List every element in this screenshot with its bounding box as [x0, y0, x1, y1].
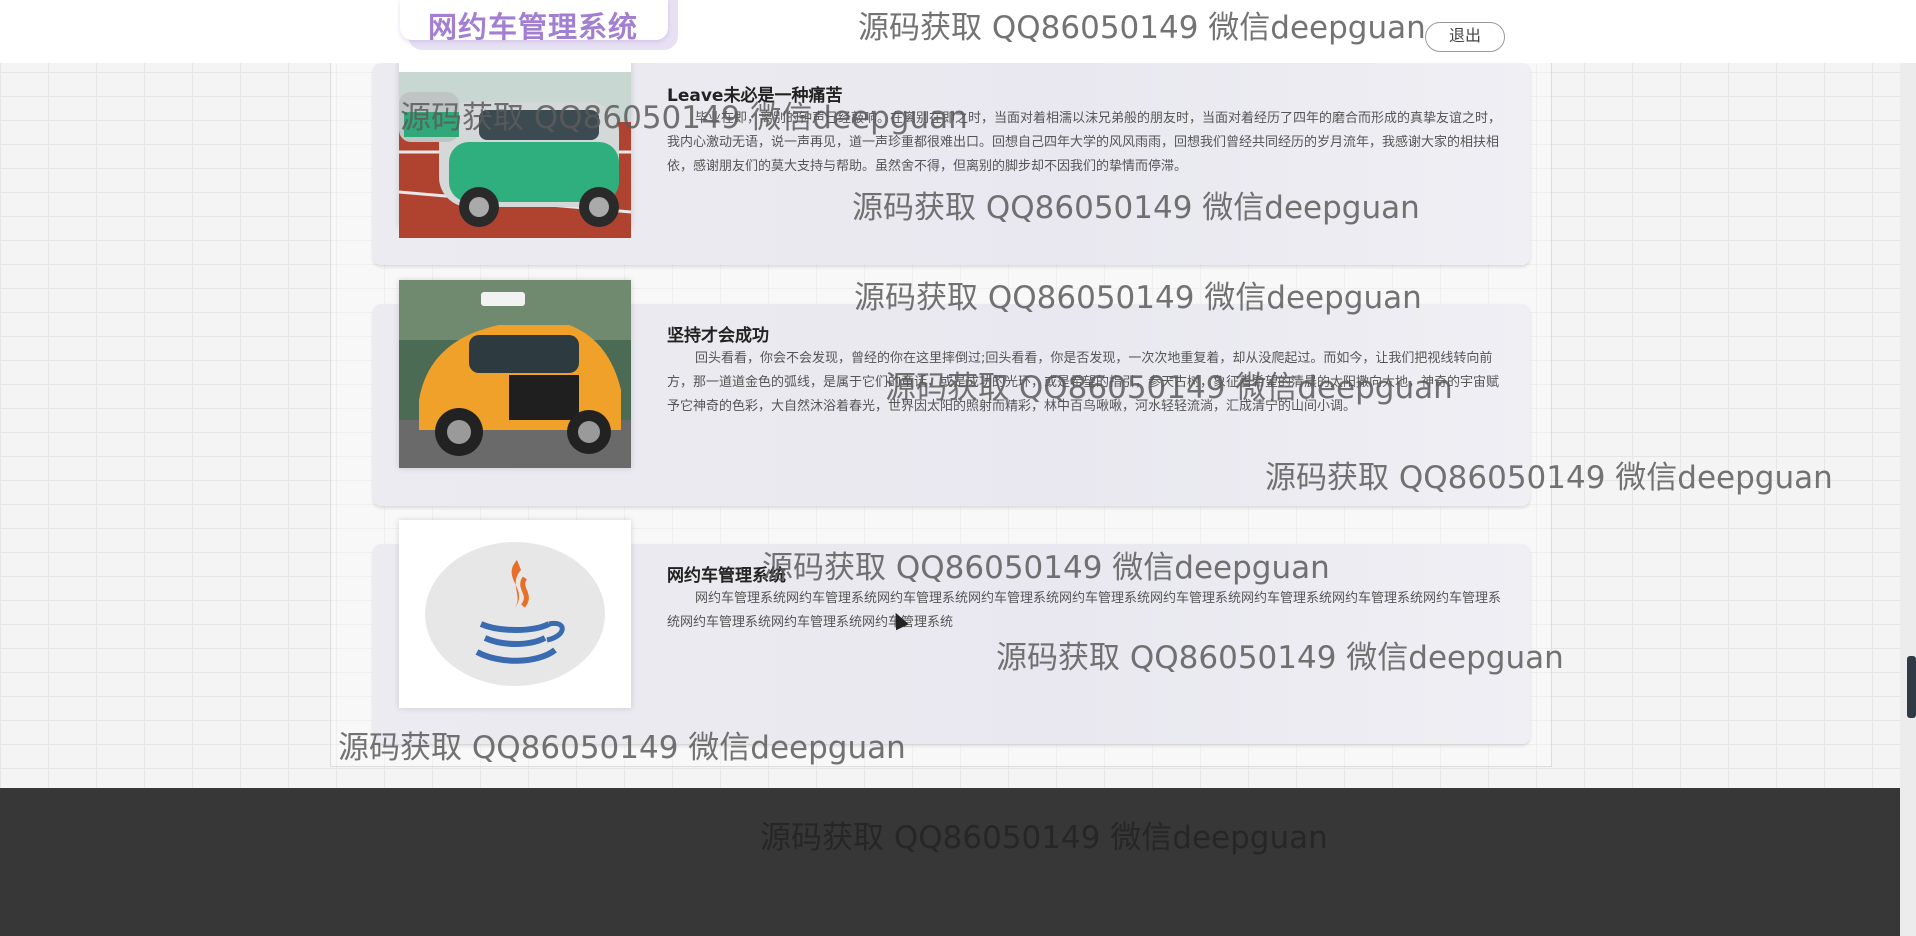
article-summary: 毕业在即，离别的钟声已经敲响。在离别在即之时，当面对着相濡以沫兄弟般的朋友时，当…: [667, 111, 1502, 174]
page-footer: [0, 788, 1916, 936]
scrollbar-thumb[interactable]: [1907, 656, 1916, 718]
orange-taxi-photo: [399, 280, 631, 468]
article-summary: 回头看看，你会不会发现，曾经的你在这里摔倒过;回头看看，你是否发现，一次次地重复…: [667, 351, 1500, 414]
article-title[interactable]: 网约车管理系统: [667, 561, 786, 586]
article-card-1[interactable]: Leave未必是一种痛苦 毕业在即，离别的钟声已经敲响。在离别在即之时，当面对着…: [373, 61, 1530, 265]
article-card-3[interactable]: 网约车管理系统 网约车管理系统网约车管理系统网约车管理系统网约车管理系统网约车管…: [373, 520, 1530, 744]
site-logo-title[interactable]: 网约车管理系统: [428, 4, 638, 46]
top-header: 网约车管理系统 退出: [0, 0, 1916, 63]
article-image-java-logo[interactable]: [399, 520, 631, 708]
green-taxi-photo: [399, 72, 631, 238]
article-image-green-taxi[interactable]: [399, 61, 631, 238]
article-card-2[interactable]: 坚持才会成功 回头看看，你会不会发现，曾经的你在这里摔倒过;回头看看，你是否发现…: [373, 280, 1530, 506]
article-image-orange-taxi[interactable]: [399, 280, 631, 468]
java-logo-icon: [399, 520, 631, 708]
logout-button[interactable]: 退出: [1425, 22, 1505, 52]
article-summary: 网约车管理系统网约车管理系统网约车管理系统网约车管理系统网约车管理系统网约车管理…: [667, 591, 1502, 630]
article-title[interactable]: Leave未必是一种痛苦: [667, 81, 842, 106]
article-title[interactable]: 坚持才会成功: [667, 321, 769, 346]
vertical-scrollbar[interactable]: [1900, 0, 1916, 936]
